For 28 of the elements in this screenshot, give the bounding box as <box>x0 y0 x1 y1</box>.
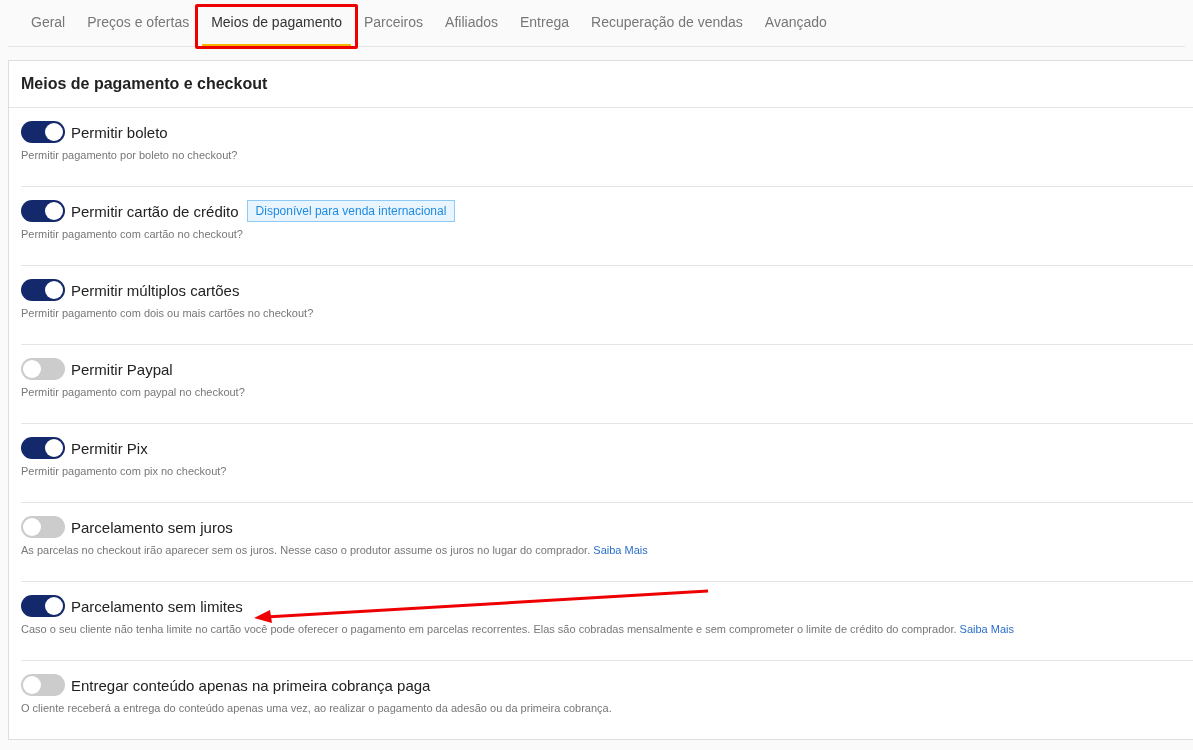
tab[interactable]: Meios de pagamento <box>202 0 351 46</box>
setting-label: Permitir boleto <box>71 123 168 141</box>
setting-description: Caso o seu cliente não tenha limite no cartão você pode oferecer o pagamento em parcelas recorrentes. Elas são cobradas mensalmente e sem comprometer o limite de crédito do comprador. Saiba Mais <box>21 623 1015 635</box>
info-tag: Disponível para venda internacional <box>246 200 456 222</box>
tab[interactable]: Preços e ofertas <box>78 0 199 46</box>
setting-description: O cliente receberá a entrega do conteúdo apenas uma vez, ao realizar o pagamento da adesão ou da primeira cobrança. <box>21 702 613 714</box>
tab[interactable]: Recuperação de vendas <box>582 0 752 46</box>
tab[interactable]: Entrega <box>511 0 579 46</box>
setting-label: Parcelamento sem juros <box>71 518 233 536</box>
setting-description: Permitir pagamento com dois ou mais cartões no checkout? <box>21 307 315 319</box>
tab[interactable]: Geral <box>22 0 75 46</box>
setting-description: Permitir pagamento com pix no checkout? <box>21 465 228 477</box>
setting-description: As parcelas no checkout irão aparecer sem os juros. Nesse caso o produtor assume os juros no lugar do comprador. Saiba Mais <box>21 544 649 556</box>
setting-label: Permitir múltiplos cartões <box>71 281 240 299</box>
setting-label: Parcelamento sem limites <box>71 597 243 615</box>
learn-more-link[interactable]: Saiba Mais <box>593 544 648 556</box>
tab[interactable]: Parceiros <box>354 0 433 46</box>
card-title: Meios de pagamento e checkout <box>21 75 268 92</box>
setting-description: Permitir pagamento com paypal no checkout? <box>21 386 246 398</box>
tab[interactable]: Afiliados <box>436 0 507 46</box>
setting-label: Permitir Paypal <box>71 360 173 378</box>
setting-label: Entregar conteúdo apenas na primeira cobrança paga <box>71 676 431 694</box>
setting-description: Permitir pagamento por boleto no checkout? <box>21 149 239 161</box>
tab[interactable]: Avançado <box>755 0 836 46</box>
setting-label: Permitir Pix <box>71 439 148 457</box>
setting-label: Permitir cartão de crédito <box>71 202 239 220</box>
setting-description: Permitir pagamento com cartão no checkout? <box>21 228 244 240</box>
learn-more-link[interactable]: Saiba Mais <box>959 623 1014 635</box>
